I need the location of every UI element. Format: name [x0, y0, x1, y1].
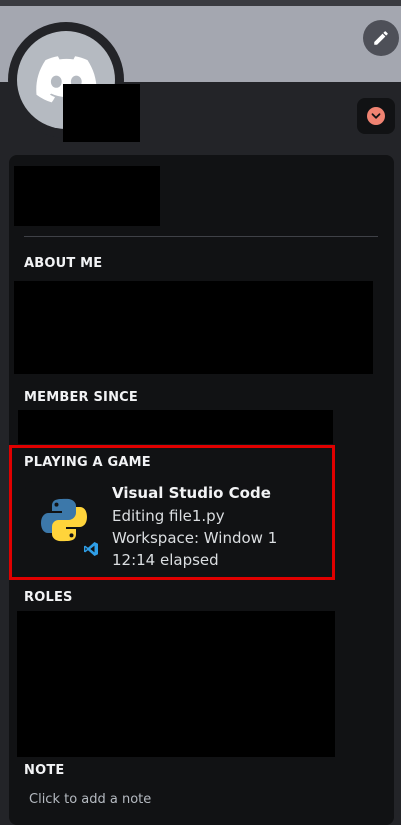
note-input[interactable]: Click to add a note — [29, 792, 151, 807]
activity-details: Editing file1.py — [112, 507, 225, 525]
redacted-roles — [17, 611, 335, 757]
redacted-status-badge — [63, 84, 140, 142]
roles-heading: ROLES — [24, 590, 73, 605]
activity-name: Visual Studio Code — [112, 484, 271, 502]
note-heading: NOTE — [24, 763, 65, 778]
redacted-about-me — [14, 281, 373, 374]
edit-profile-button[interactable] — [363, 20, 399, 56]
divider — [24, 236, 378, 237]
chevron-down-icon — [371, 113, 381, 119]
redacted-username — [14, 166, 160, 226]
vscode-icon — [84, 542, 98, 556]
status-indicator — [367, 107, 385, 125]
status-button[interactable] — [357, 98, 395, 134]
activity-icon — [25, 481, 103, 559]
pencil-icon — [374, 31, 388, 45]
playing-game-heading: PLAYING A GAME — [24, 455, 151, 470]
activity-state: Workspace: Window 1 — [112, 529, 278, 547]
about-me-heading: ABOUT ME — [24, 256, 103, 271]
redacted-member-since — [18, 410, 333, 444]
activity-elapsed: 12:14 elapsed — [112, 551, 219, 569]
member-since-heading: MEMBER SINCE — [24, 390, 138, 405]
